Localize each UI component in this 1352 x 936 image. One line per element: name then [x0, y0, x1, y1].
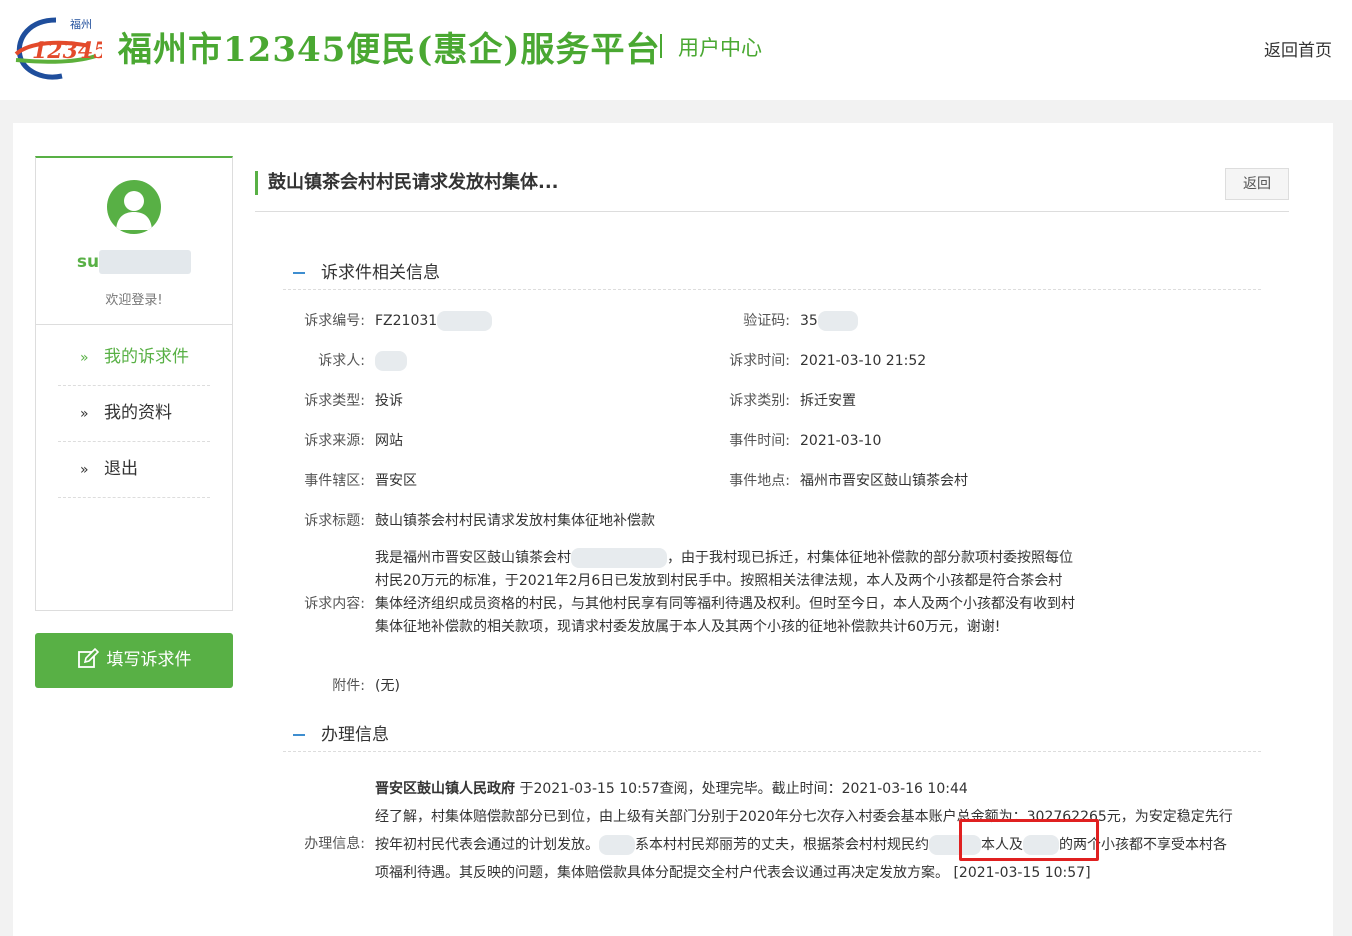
field-district: 事件辖区: 晋安区 — [255, 471, 735, 491]
field-value: 福州市晋安区鼓山镇茶会村 — [800, 473, 968, 489]
username: su — [36, 250, 232, 274]
field-label: 附件: — [332, 678, 365, 694]
double-chevron-icon: » — [80, 350, 89, 366]
title-divider — [255, 211, 1289, 212]
sidebar-item-label: 退出 — [104, 459, 138, 479]
field-value: 鼓山镇茶会村村民请求发放村集体征地补偿款 — [375, 513, 655, 529]
field-label: 诉求类别: — [729, 393, 790, 409]
verify-blur — [817, 311, 858, 331]
handling-text-b: 系本村村民郑丽芳的丈夫， — [635, 837, 803, 853]
double-chevron-icon: » — [80, 406, 89, 422]
body-blur — [571, 548, 667, 568]
username-text: su — [76, 252, 100, 272]
field-label: 事件地点: — [729, 473, 790, 489]
field-value: FZ21031 — [375, 311, 493, 331]
avatar — [107, 180, 161, 234]
highlight-box — [959, 819, 1099, 861]
handling-blur-1 — [599, 835, 635, 855]
fill-request-label: 填写诉求件 — [106, 650, 192, 670]
section-handling-info: 办理信息 — [283, 723, 1261, 752]
field-value: 拆迁安置 — [800, 393, 856, 409]
field-label: 诉求来源: — [304, 433, 365, 449]
collapse-dash-icon[interactable] — [293, 272, 305, 274]
field-value: (无) — [375, 678, 400, 694]
sidebar-nav: » 我的诉求件 » 我的资料 » 退出 — [58, 330, 210, 498]
section-request-info: 诉求件相关信息 — [283, 261, 1261, 290]
fill-request-button[interactable]: 填写诉求件 — [35, 633, 233, 688]
user-sidebar: su 欢迎登录! » 我的诉求件 » 我的资料 » 退出 — [35, 156, 233, 611]
handling-text-c: 根据茶会村村规民约 — [803, 837, 929, 853]
field-label: 事件时间: — [729, 433, 790, 449]
user-center-label: 用户中心 — [678, 36, 762, 60]
sidebar-item-label: 我的资料 — [104, 403, 172, 423]
site-logo[interactable]: 福州 12345 — [10, 12, 109, 82]
person-blur — [375, 351, 407, 371]
site-title: 福州市12345便民(惠企)服务平台 — [118, 30, 661, 70]
back-button[interactable]: 返回 — [1225, 168, 1289, 200]
handling-body: 晋安区鼓山镇人民政府 于2021-03-15 10:57查阅，处理完毕。截止时间… — [375, 775, 1235, 887]
field-person: 诉求人: — [255, 351, 735, 371]
handling-status: 于2021-03-15 10:57查阅，处理完毕。截止时间：2021-03-16… — [515, 781, 968, 797]
field-value: 晋安区 — [375, 473, 417, 489]
field-subject: 诉求标题: 鼓山镇茶会村村民请求发放村集体征地补偿款 — [255, 511, 1155, 531]
code-text: FZ21031 — [375, 313, 438, 329]
field-location: 事件地点: 福州市晋安区鼓山镇茶会村 — [680, 471, 1160, 491]
request-body: 我是福州市晋安区鼓山镇茶会村 ，由于我村现已拆迁，村集体征地补偿款的部分款项村委按… — [375, 547, 1075, 639]
field-attachment: 附件: (无) — [255, 676, 735, 696]
field-label: 诉求标题: — [304, 513, 365, 529]
verify-text: 35 — [800, 313, 818, 329]
page-title: 鼓山镇茶会村村民请求发放村集体... — [255, 171, 559, 195]
field-handling-label: 办理信息: — [255, 834, 365, 854]
site-header: 福州 12345 福州市12345便民(惠企)服务平台 用户中心 返回首页 — [0, 0, 1352, 100]
field-time: 诉求时间: 2021-03-10 21:52 — [680, 351, 1160, 371]
field-body-label: 诉求内容: — [255, 594, 365, 614]
field-value: 35 — [800, 311, 858, 331]
field-label: 诉求编号: — [304, 313, 365, 329]
main-panel: su 欢迎登录! » 我的诉求件 » 我的资料 » 退出 填写诉求件 鼓山镇茶会村村民… — [13, 123, 1333, 936]
section-title: 办理信息 — [321, 725, 389, 745]
field-label: 诉求内容: — [304, 596, 365, 612]
field-label: 诉求类型: — [304, 393, 365, 409]
field-verify: 验证码: 35 — [680, 311, 1160, 331]
field-value: 2021-03-10 21:52 — [800, 353, 927, 369]
username-blur — [99, 250, 192, 274]
field-label: 办理信息: — [304, 836, 365, 852]
title-separator — [660, 34, 662, 58]
logo-top-text: 福州 — [70, 17, 92, 31]
field-label: 诉求时间: — [729, 353, 790, 369]
home-link[interactable]: 返回首页 — [1264, 36, 1332, 61]
field-code: 诉求编号: FZ21031 — [255, 311, 735, 331]
field-type: 诉求类型: 投诉 — [255, 391, 735, 411]
sidebar-divider — [36, 324, 232, 325]
collapse-dash-icon[interactable] — [293, 734, 305, 736]
field-category: 诉求类别: 拆迁安置 — [680, 391, 1160, 411]
field-value — [375, 351, 407, 371]
field-label: 事件辖区: — [304, 473, 365, 489]
body-text-start: 我是福州市晋安区鼓山镇茶会村 — [375, 550, 571, 566]
field-value: 投诉 — [375, 393, 403, 409]
sidebar-item-my-requests[interactable]: » 我的诉求件 — [58, 330, 210, 386]
section-title: 诉求件相关信息 — [321, 263, 440, 283]
sidebar-item-label: 我的诉求件 — [104, 347, 189, 367]
edit-icon — [77, 647, 99, 668]
welcome-text: 欢迎登录! — [105, 293, 163, 308]
sidebar-item-logout[interactable]: » 退出 — [58, 442, 210, 498]
sidebar-item-my-profile[interactable]: » 我的资料 — [58, 386, 210, 442]
logo-number: 12345 — [32, 38, 102, 64]
field-event-time: 事件时间: 2021-03-10 — [680, 431, 1160, 451]
field-value: 网站 — [375, 433, 403, 449]
code-blur — [437, 311, 493, 331]
user-icon — [116, 191, 152, 230]
field-value: 2021-03-10 — [800, 433, 882, 449]
double-chevron-icon: » — [80, 462, 89, 478]
field-source: 诉求来源: 网站 — [255, 431, 735, 451]
field-label: 诉求人: — [318, 353, 365, 369]
field-label: 验证码: — [743, 313, 790, 329]
handling-org: 晋安区鼓山镇人民政府 — [375, 781, 515, 797]
